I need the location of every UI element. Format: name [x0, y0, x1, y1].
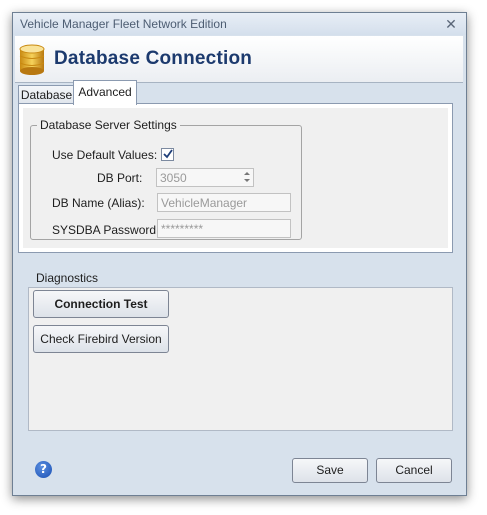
use-default-label: Use Default Values:: [52, 148, 158, 162]
tab-advanced[interactable]: Advanced: [73, 80, 137, 105]
cancel-button[interactable]: Cancel: [376, 458, 452, 483]
connection-test-button[interactable]: Connection Test: [33, 290, 169, 318]
db-port-label: DB Port:: [97, 171, 143, 185]
window-title: Vehicle Manager Fleet Network Edition: [20, 17, 227, 31]
diagnostics-label: Diagnostics: [36, 271, 99, 285]
db-port-input[interactable]: [156, 168, 254, 187]
db-name-label: DB Name (Alias):: [52, 196, 145, 210]
dialog-header: Database Connection: [15, 36, 463, 83]
save-button[interactable]: Save: [292, 458, 368, 483]
spin-up-icon: [244, 172, 250, 175]
db-name-input[interactable]: [157, 193, 291, 212]
group-legend: Database Server Settings: [37, 118, 180, 132]
spin-down-icon: [244, 179, 250, 182]
help-icon[interactable]: ?: [35, 461, 52, 478]
check-icon: [163, 149, 173, 159]
tab-database[interactable]: Database: [18, 85, 75, 104]
check-firebird-version-button[interactable]: Check Firebird Version: [33, 325, 169, 353]
page-title: Database Connection: [54, 48, 253, 69]
title-bar[interactable]: Vehicle Manager Fleet Network Edition ✕: [13, 13, 466, 35]
use-default-checkbox[interactable]: [161, 148, 174, 161]
close-icon[interactable]: ✕: [442, 15, 460, 33]
db-port-spinner[interactable]: [241, 168, 253, 187]
password-input[interactable]: [157, 219, 291, 238]
password-label: SYSDBA Password:: [52, 223, 160, 237]
database-icon: [19, 44, 45, 75]
